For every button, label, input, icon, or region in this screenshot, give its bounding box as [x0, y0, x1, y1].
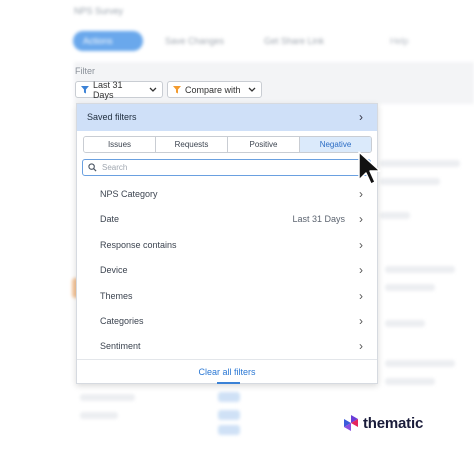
bg-save-button: Save Changes: [165, 36, 225, 46]
filter-item-label: Device: [100, 265, 128, 275]
search-icon: [88, 163, 97, 172]
filter-dropdown: Saved filters › Issues Requests Positive…: [76, 103, 378, 384]
clear-all-filters-button[interactable]: Clear all filters: [77, 359, 377, 384]
bg-pill: [218, 410, 240, 420]
tab-issues[interactable]: Issues: [84, 137, 156, 152]
filter-item-label: Sentiment: [100, 341, 141, 351]
bg-row: [385, 266, 455, 273]
thematic-logo: thematic: [342, 414, 423, 432]
tab-positive[interactable]: Positive: [228, 137, 300, 152]
filter-icon: [81, 85, 89, 93]
saved-filters-row[interactable]: Saved filters ›: [77, 104, 377, 131]
filter-item-response-contains[interactable]: Response contains ›: [77, 233, 377, 258]
bg-page-title: NPS Survey: [74, 6, 124, 16]
filter-item-sentiment[interactable]: Sentiment ›: [77, 334, 377, 359]
segment-tabs: Issues Requests Positive Negative: [83, 136, 372, 153]
chevron-right-icon: ›: [359, 289, 363, 303]
bg-pill: [218, 425, 240, 435]
filter-item-label: Date: [100, 214, 120, 224]
filter-item-date[interactable]: Date Last 31 Days ›: [77, 207, 377, 232]
bg-row: [380, 178, 440, 185]
chevron-down-icon: [248, 87, 256, 92]
filter-item-label: Categories: [100, 316, 144, 326]
mouse-cursor-icon: [358, 151, 381, 185]
compare-with-chip[interactable]: Compare with: [167, 81, 262, 98]
bg-row: [380, 160, 460, 167]
bg-row: [385, 284, 435, 291]
bg-actions-button: Actions: [73, 31, 143, 51]
bg-share-button: Get Share Link: [264, 36, 325, 46]
chevron-right-icon: ›: [359, 110, 363, 124]
bg-row: [80, 394, 135, 401]
clear-all-filters-label: Clear all filters: [198, 367, 256, 377]
tab-requests[interactable]: Requests: [156, 137, 228, 152]
filter-item-label: Themes: [100, 291, 133, 301]
filter-item-label: NPS Category: [100, 189, 158, 199]
brand-name: thematic: [363, 414, 424, 432]
date-filter-chip[interactable]: Last 31 Days: [75, 79, 163, 100]
bg-row: [385, 320, 425, 327]
saved-filters-label: Saved filters: [87, 112, 137, 122]
bg-row: [380, 212, 410, 219]
chevron-right-icon: ›: [359, 339, 363, 353]
filter-label: Filter: [75, 66, 95, 76]
bg-help-button: Help: [390, 36, 409, 46]
bg-row: [385, 360, 455, 367]
chevron-right-icon: ›: [359, 263, 363, 277]
clear-underline: [217, 382, 240, 384]
date-filter-label: Last 31 Days: [92, 79, 123, 100]
chevron-right-icon: ›: [359, 212, 363, 226]
filter-item-value: Last 31 Days: [292, 214, 345, 224]
search-box: [82, 159, 371, 176]
bg-row: [385, 378, 435, 385]
filter-item-themes[interactable]: Themes ›: [77, 284, 377, 309]
thematic-logo-icon: [344, 415, 358, 431]
bg-pill: [218, 392, 240, 402]
filter-item-nps-category[interactable]: NPS Category ›: [77, 182, 377, 207]
filter-item-categories[interactable]: Categories ›: [77, 309, 377, 334]
compare-with-label: Compare with: [185, 84, 241, 95]
search-input[interactable]: [102, 163, 342, 172]
chevron-down-icon: [149, 87, 157, 92]
chevron-right-icon: ›: [359, 314, 363, 328]
bg-row: [80, 412, 118, 419]
filter-icon: [173, 85, 181, 93]
chevron-right-icon: ›: [359, 238, 363, 252]
filter-item-device[interactable]: Device ›: [77, 258, 377, 283]
filter-item-label: Response contains: [100, 240, 177, 250]
